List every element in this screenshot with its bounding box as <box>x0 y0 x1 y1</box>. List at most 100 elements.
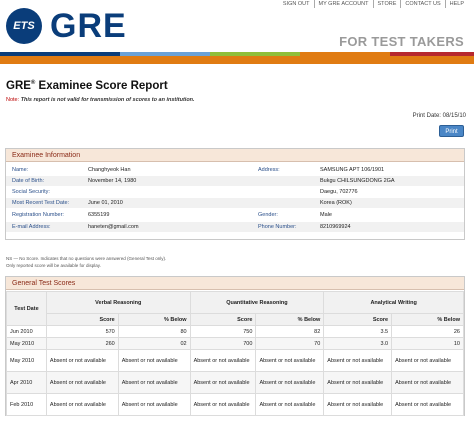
nav-contact-us[interactable]: CONTACT US <box>400 0 444 8</box>
value-address-2: Bukgu CHILSUNGDONG 2GA <box>320 178 395 184</box>
report-note: Note: This report is not valid for trans… <box>6 97 195 103</box>
label-email: E-mail Address: <box>12 224 51 230</box>
value-recent-test-date: June 01, 2010 <box>88 200 123 206</box>
cell-writing-score: Absent or not available <box>323 349 393 372</box>
cell-verbal-below: Absent or not available <box>117 349 191 372</box>
label-phone: Phone Number: <box>258 224 297 230</box>
cell-quant-below: Absent or not available <box>255 349 325 372</box>
cell-verbal-score: Absent or not available <box>45 393 119 416</box>
cell-writing-below: 26 <box>391 325 464 338</box>
cell-verbal-score: Absent or not available <box>45 371 119 394</box>
value-registration: 6355199 <box>88 212 110 218</box>
cell-writing-below: 10 <box>391 337 464 350</box>
sub-score: Score <box>189 313 257 326</box>
info-row: Social Security: Daegu, 702776 <box>6 187 464 197</box>
value-gender: Male <box>320 212 332 218</box>
scores-table: Test Date Verbal Reasoning Quantitative … <box>6 291 464 416</box>
value-email: haneten@gmail.com <box>88 224 139 230</box>
label-address: Address: <box>258 167 280 173</box>
note-text: This report is not valid for transmissio… <box>20 97 195 103</box>
top-nav: SIGN OUT MY GRE ACCOUNT STORE CONTACT US… <box>279 0 468 8</box>
cell-verbal-below: Absent or not available <box>117 393 191 416</box>
note-label: Note: <box>6 97 20 103</box>
header-divider <box>0 56 474 64</box>
sub-below: % Below <box>117 313 191 326</box>
label-name: Name: <box>12 167 29 173</box>
page-title: GRE® Examinee Score Report <box>6 80 168 92</box>
cell-verbal-score: Absent or not available <box>45 349 119 372</box>
info-row: Date of Birth: November 14, 1980 Bukgu C… <box>6 176 464 186</box>
cell-writing-score: 3.0 <box>323 337 393 350</box>
cell-date: May 2010 <box>6 337 47 350</box>
cell-quant-score: Absent or not available <box>189 393 257 416</box>
cell-verbal-score: 570 <box>45 325 119 338</box>
cell-writing-below: Absent or not available <box>391 393 464 416</box>
title-gre: GRE <box>6 80 31 92</box>
cell-verbal-below: 80 <box>117 325 191 338</box>
sub-below: % Below <box>391 313 464 326</box>
title-rest: Examinee Score Report <box>35 80 168 92</box>
value-address-4: Korea (ROK) <box>320 200 352 206</box>
col-verbal: Verbal Reasoning <box>45 291 191 314</box>
cell-quant-score: Absent or not available <box>189 371 257 394</box>
nav-my-gre-account[interactable]: MY GRE ACCOUNT <box>313 0 373 8</box>
col-quant: Quantitative Reasoning <box>189 291 325 314</box>
cell-quant-below: 82 <box>255 325 325 338</box>
info-row: Most Recent Test Date: June 01, 2010 Kor… <box>6 198 464 208</box>
value-address-1: SAMSUNG APT 106/1901 <box>320 167 385 173</box>
table-row: May 2010 260 02 700 70 3.0 10 <box>6 337 464 350</box>
tagline: FOR TEST TAKERS <box>339 34 464 49</box>
cell-quant-below: 70 <box>255 337 325 350</box>
cell-date: Feb 2010 <box>6 393 47 416</box>
col-test-date: Test Date <box>6 291 47 326</box>
cell-verbal-score: 260 <box>45 337 119 350</box>
value-dob: November 14, 1980 <box>88 178 137 184</box>
panel-heading: General Test Scores <box>6 277 464 290</box>
table-subheader-row: Score % Below Score % Below Score % Belo… <box>7 313 464 326</box>
cell-quant-score: Absent or not available <box>189 349 257 372</box>
cell-quant-below: Absent or not available <box>255 393 325 416</box>
cell-date: May 2010 <box>6 349 47 372</box>
ets-logo-icon: ETS <box>6 8 42 44</box>
nav-store[interactable]: STORE <box>372 0 401 8</box>
table-row: Feb 2010 Absent or not available Absent … <box>6 393 464 416</box>
sub-score: Score <box>323 313 393 326</box>
gre-wordmark: GRE <box>50 7 127 45</box>
label-registration: Registration Number: <box>12 212 64 218</box>
table-row: Jun 2010 570 80 750 82 3.5 26 <box>6 325 464 338</box>
table-header-row: Test Date Verbal Reasoning Quantitative … <box>6 291 464 326</box>
nav-help[interactable]: HELP <box>444 0 468 8</box>
panel-heading: Examinee Information <box>6 149 464 162</box>
general-test-scores-panel: General Test Scores Test Date Verbal Rea… <box>5 276 465 416</box>
value-phone: 8210969924 <box>320 224 351 230</box>
info-row: Name: Changhyeok Han Address: SAMSUNG AP… <box>6 165 464 175</box>
cell-date: Apr 2010 <box>6 371 47 394</box>
nav-sign-out[interactable]: SIGN OUT <box>279 0 314 8</box>
cell-verbal-below: Absent or not available <box>117 371 191 394</box>
cell-verbal-below: 02 <box>117 337 191 350</box>
value-name: Changhyeok Han <box>88 167 131 173</box>
table-row: Apr 2010 Absent or not available Absent … <box>6 371 464 394</box>
sub-below: % Below <box>255 313 325 326</box>
cell-quant-below: Absent or not available <box>255 371 325 394</box>
cell-writing-below: Absent or not available <box>391 349 464 372</box>
cell-quant-score: 700 <box>189 337 257 350</box>
info-row: E-mail Address: haneten@gmail.com Phone … <box>6 222 464 232</box>
footnote-reported: Only reported score will be available fo… <box>6 263 101 268</box>
label-dob: Date of Birth: <box>12 178 45 184</box>
cell-writing-score: Absent or not available <box>323 371 393 394</box>
site-header: ETS GRE SIGN OUT MY GRE ACCOUNT STORE CO… <box>0 0 474 52</box>
cell-writing-below: Absent or not available <box>391 371 464 394</box>
info-row: Registration Number: 6355199 Gender: Mal… <box>6 210 464 220</box>
cell-date: Jun 2010 <box>6 325 47 338</box>
value-address-3: Daegu, 702776 <box>320 189 358 195</box>
cell-quant-score: 750 <box>189 325 257 338</box>
print-date: Print Date: 08/15/10 <box>412 113 466 119</box>
cell-writing-score: 3.5 <box>323 325 393 338</box>
label-ssn: Social Security: <box>12 189 50 195</box>
gre-logo[interactable]: ETS GRE <box>6 8 127 44</box>
label-recent-test-date: Most Recent Test Date: <box>12 200 70 206</box>
print-button[interactable]: Print <box>439 125 464 137</box>
cell-writing-score: Absent or not available <box>323 393 393 416</box>
examinee-info-panel: Examinee Information Name: Changhyeok Ha… <box>5 148 465 240</box>
